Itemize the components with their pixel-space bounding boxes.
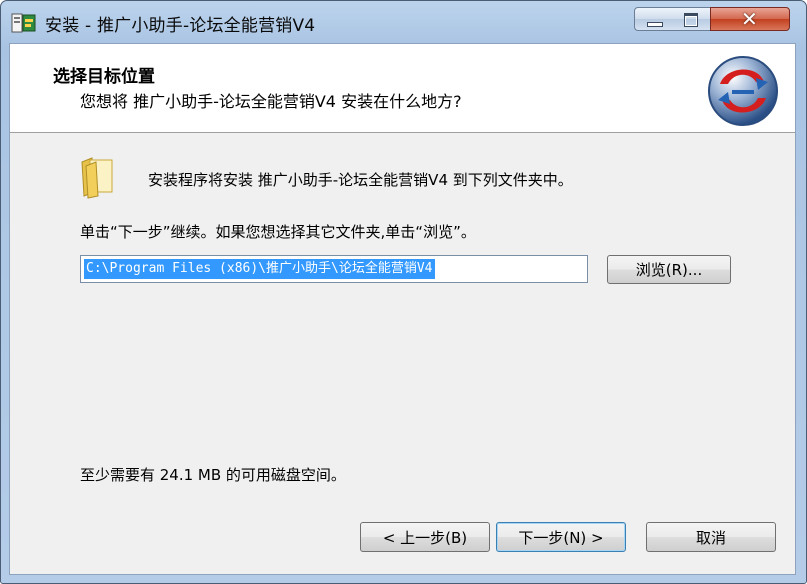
close-button[interactable]: ✕ — [710, 7, 790, 31]
cancel-button[interactable]: 取消 — [646, 522, 776, 552]
install-path-input[interactable]: C:\Program Files (x86)\推广小助手\论坛全能营销V4 — [80, 255, 588, 283]
install-path-value: C:\Program Files (x86)\推广小助手\论坛全能营销V4 — [84, 259, 435, 279]
folder-icon — [76, 152, 124, 200]
minimize-button[interactable] — [634, 7, 674, 31]
setup-logo-icon — [706, 54, 780, 128]
installer-app-icon[interactable] — [11, 11, 37, 35]
back-button[interactable]: < 上一步(B) — [360, 522, 490, 552]
instruction-text: 单击“下一步”继续。如果您想选择其它文件夹,单击“浏览”。 — [80, 223, 476, 241]
install-destination-text: 安装程序将安装 推广小助手-论坛全能营销V4 到下列文件夹中。 — [148, 171, 573, 189]
maximize-icon — [684, 13, 698, 27]
browse-button[interactable]: 浏览(R)... — [607, 255, 731, 284]
page-heading: 选择目标位置 — [53, 67, 155, 87]
close-icon: ✕ — [741, 7, 758, 31]
wizard-header: 选择目标位置 您想将 推广小助手-论坛全能营销V4 安装在什么地方? — [10, 44, 795, 133]
next-button[interactable]: 下一步(N) > — [496, 522, 626, 552]
wizard-client-area: 选择目标位置 您想将 推广小助手-论坛全能营销V4 安装在什么地方? 安装程序将… — [9, 43, 796, 575]
minimize-icon — [647, 22, 663, 27]
window-title: 安装 - 推广小助手-论坛全能营销V4 — [45, 16, 316, 36]
installer-window: 安装 - 推广小助手-论坛全能营销V4 ✕ 选择目标位置 您想将 推广小助手-论… — [0, 0, 807, 584]
maximize-button[interactable] — [673, 7, 711, 31]
disk-space-text: 至少需要有 24.1 MB 的可用磁盘空间。 — [80, 466, 346, 484]
title-bar[interactable]: 安装 - 推广小助手-论坛全能营销V4 ✕ — [1, 1, 806, 43]
page-subheading: 您想将 推广小助手-论坛全能营销V4 安装在什么地方? — [80, 92, 462, 111]
